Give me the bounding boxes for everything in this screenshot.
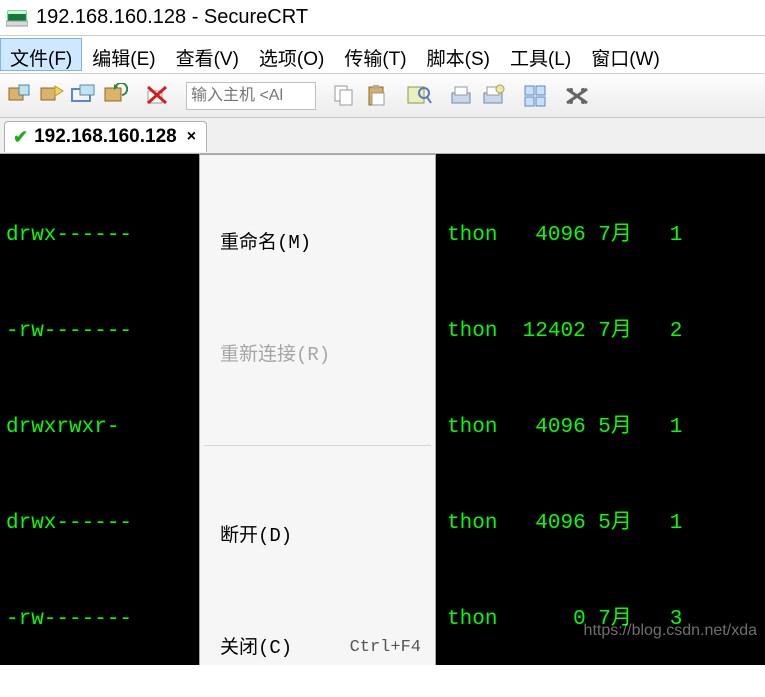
print-screen-icon[interactable] xyxy=(480,83,506,109)
cm-disconnect[interactable]: 断开(D) xyxy=(200,512,435,560)
paste-icon[interactable] xyxy=(364,83,390,109)
terminal-area[interactable]: drwx------ thon 4096 7月 1 -rw------- tho… xyxy=(0,154,765,665)
session-tab[interactable]: ✔ 192.168.160.128 × xyxy=(4,121,207,152)
window-title: 192.168.160.128 - SecureCRT xyxy=(36,6,308,29)
menu-transfer[interactable]: 传输(T) xyxy=(334,38,416,71)
cm-close-shortcut: Ctrl+F4 xyxy=(350,632,421,664)
title-bar: 192.168.160.128 - SecureCRT xyxy=(0,0,765,36)
tile-icon[interactable] xyxy=(522,83,548,109)
reconnect-icon[interactable] xyxy=(102,83,128,109)
menu-window[interactable]: 窗口(W) xyxy=(581,38,670,71)
host-input[interactable] xyxy=(186,82,316,110)
find-icon[interactable] xyxy=(406,83,432,109)
menu-edit[interactable]: 编辑(E) xyxy=(82,38,165,71)
cm-rename[interactable]: 重命名(M) xyxy=(200,219,435,267)
menu-options[interactable]: 选项(O) xyxy=(249,38,334,71)
disconnect-icon[interactable] xyxy=(144,83,170,109)
menu-file[interactable]: 文件(F) xyxy=(0,38,82,71)
menu-bar: 文件(F) 编辑(E) 查看(V) 选项(O) 传输(T) 脚本(S) 工具(L… xyxy=(0,36,765,74)
connect-icon[interactable] xyxy=(6,83,32,109)
toolbar xyxy=(0,74,765,118)
connect-bar-icon[interactable] xyxy=(70,83,96,109)
app-icon xyxy=(6,7,28,29)
menu-view[interactable]: 查看(V) xyxy=(166,38,249,71)
connected-check-icon: ✔ xyxy=(13,127,28,148)
cm-reconnect: 重新连接(R) xyxy=(200,331,435,379)
tab-close-icon[interactable]: × xyxy=(187,128,196,146)
menu-tools[interactable]: 工具(L) xyxy=(500,38,581,71)
print-icon[interactable] xyxy=(448,83,474,109)
cm-close[interactable]: 关闭(C)Ctrl+F4 xyxy=(200,624,435,665)
settings-icon[interactable] xyxy=(564,83,590,109)
quick-connect-icon[interactable] xyxy=(38,83,64,109)
menu-script[interactable]: 脚本(S) xyxy=(417,38,500,71)
copy-icon[interactable] xyxy=(332,83,358,109)
tab-strip: ✔ 192.168.160.128 × xyxy=(0,118,765,154)
cm-separator xyxy=(204,445,431,446)
tab-context-menu: 重命名(M) 重新连接(R) 断开(D) 关闭(C)Ctrl+F4 锁定会话(K… xyxy=(199,154,436,665)
tab-label: 192.168.160.128 xyxy=(34,126,177,148)
